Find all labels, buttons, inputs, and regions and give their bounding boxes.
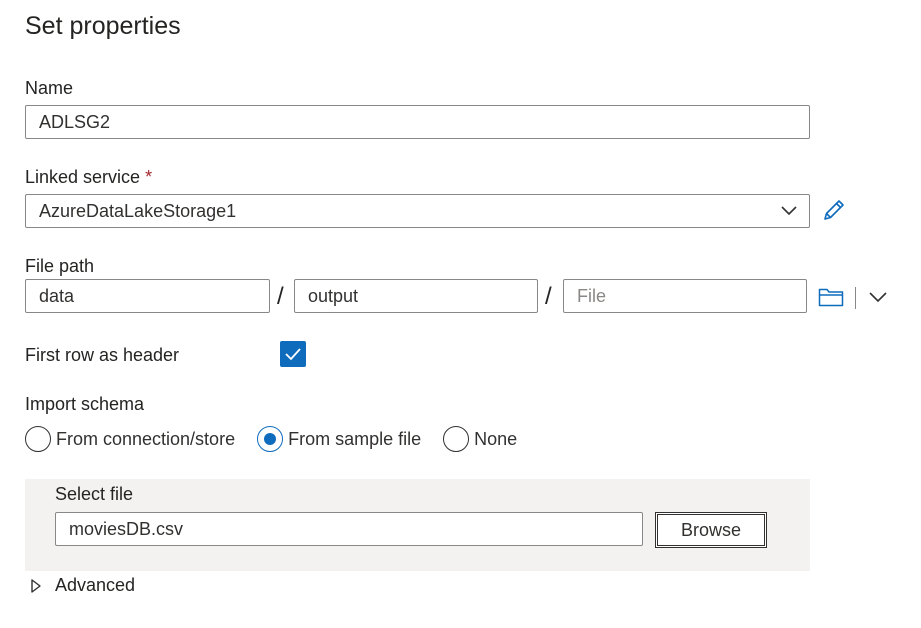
advanced-label: Advanced [55,575,136,595]
advanced-toggle[interactable]: Advanced [30,575,135,596]
radio-from-connection[interactable]: From connection/store [25,426,235,452]
linked-service-value: AzureDataLakeStorage1 [39,201,237,221]
import-schema-radio-group: From connection/store From sample file N… [25,426,539,452]
edit-pencil-icon[interactable] [821,197,847,223]
required-marker: * [145,167,153,187]
caret-right-icon [31,578,41,593]
radio-label: None [474,428,518,449]
name-input[interactable] [25,105,810,139]
radio-button[interactable] [443,426,470,452]
radio-button[interactable] [25,426,51,452]
path-separator: / [545,283,552,310]
folder-icon[interactable] [818,286,844,308]
file-path-label: File path [25,256,95,276]
radio-label: From sample file [288,428,422,449]
path-separator: / [277,283,284,310]
radio-from-sample-file[interactable]: From sample file [257,426,421,452]
first-row-header-label: First row as header [25,345,180,365]
chevron-down-icon[interactable] [869,290,887,304]
first-row-header-checkbox[interactable] [280,341,306,367]
select-file-input[interactable] [55,512,643,546]
import-schema-label: Import schema [25,394,145,414]
linked-service-label: Linked service * [25,167,152,188]
container-input[interactable] [25,279,270,313]
linked-service-select[interactable]: AzureDataLakeStorage1 [25,194,810,228]
file-input[interactable] [563,279,807,313]
toolbar-divider [855,287,856,309]
radio-none[interactable]: None [443,426,517,452]
chevron-down-icon [781,206,797,216]
page-title: Set properties [25,12,181,40]
radio-label: From connection/store [56,428,236,449]
linked-service-label-text: Linked service [25,167,141,187]
checkmark-icon [285,348,301,361]
name-label: Name [25,78,74,98]
directory-input[interactable] [294,279,538,313]
browse-button[interactable]: Browse [655,512,767,548]
radio-button[interactable] [257,426,284,452]
select-file-label: Select file [55,484,134,504]
